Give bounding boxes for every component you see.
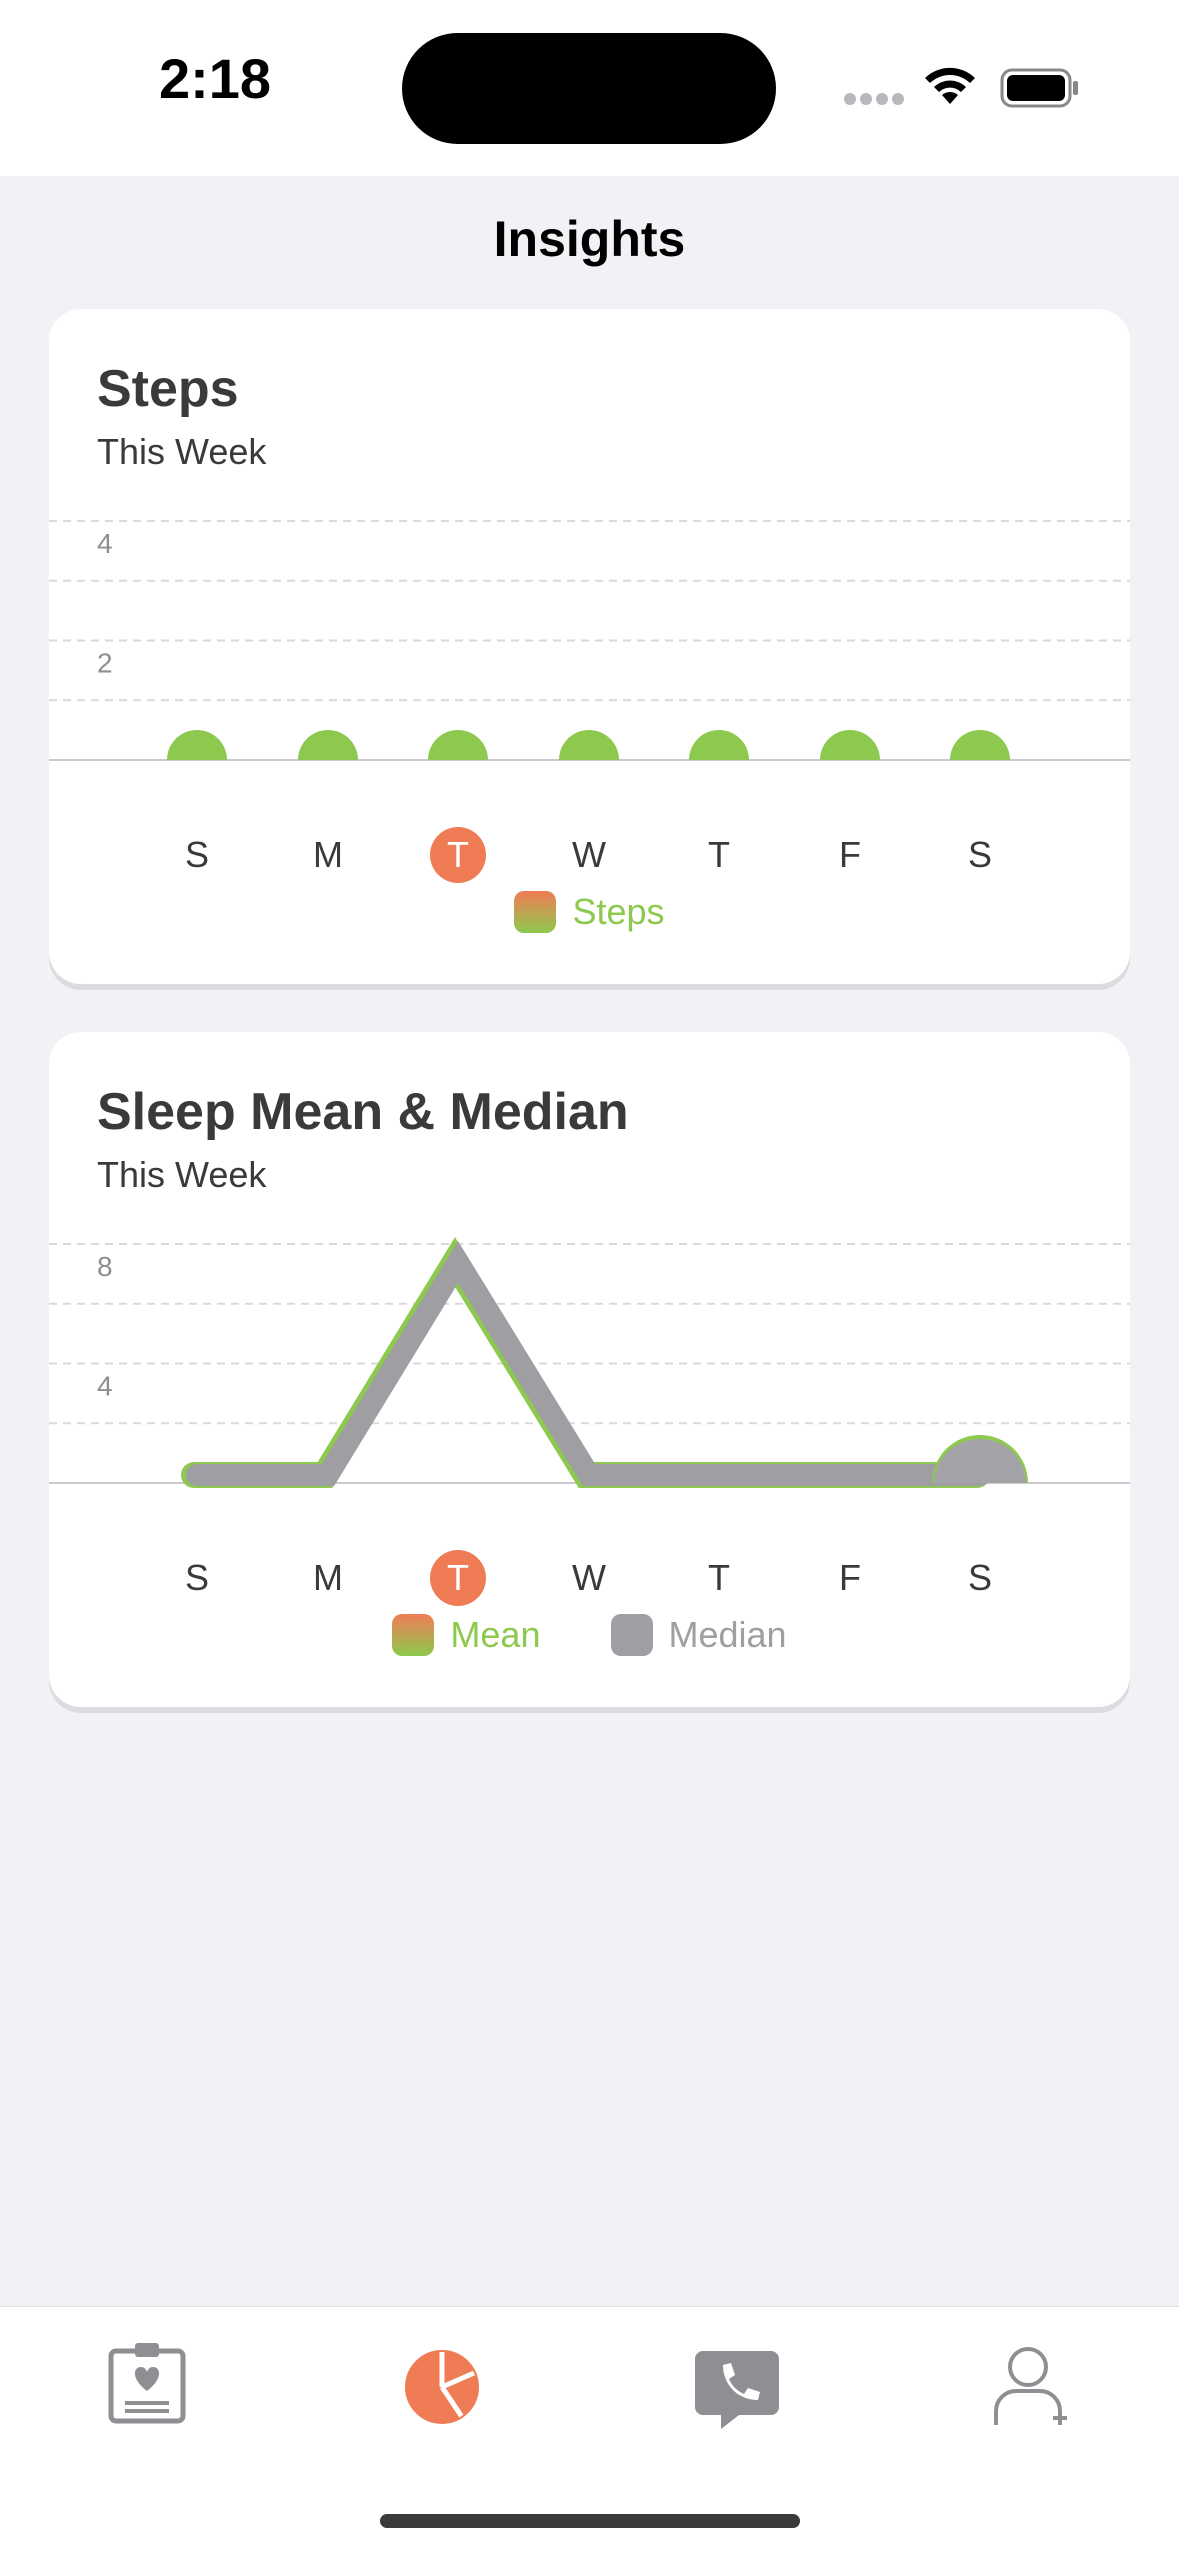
status-time: 2:18	[158, 47, 272, 110]
pie-chart-icon	[405, 2350, 479, 2424]
legend-swatch-mean	[392, 1614, 435, 1656]
sleep-legend: Mean Median	[49, 1614, 1130, 1665]
x-tick-label: F	[839, 834, 861, 875]
steps-bar	[167, 730, 227, 760]
steps-bar	[428, 730, 488, 760]
x-tick-label: S	[184, 834, 209, 875]
x-tick-label: W	[572, 1557, 606, 1598]
legend-label-mean: Mean	[450, 1614, 541, 1655]
steps-bar	[950, 730, 1010, 760]
clipboard-heart-icon	[108, 2343, 186, 2424]
x-tick-label: M	[313, 834, 343, 875]
steps-bar	[298, 730, 358, 760]
cellular-signal-icon	[844, 92, 908, 110]
sleep-point-median	[934, 1439, 1026, 1483]
battery-icon	[1000, 68, 1078, 108]
phone-bubble-icon	[695, 2351, 779, 2429]
person-plus-icon	[994, 2347, 1067, 2425]
dynamic-island	[402, 33, 776, 144]
legend-item-median: Median	[610, 1614, 787, 1656]
page-title: Insights	[493, 211, 686, 267]
x-tick-label: M	[313, 1557, 343, 1598]
x-tick-label: S	[967, 1557, 992, 1598]
sleep-line-mean	[181, 1237, 990, 1488]
legend-item-mean: Mean	[392, 1614, 540, 1656]
steps-bar	[559, 730, 619, 760]
sleep-chart: 48	[49, 1237, 1130, 1488]
x-tick-label: W	[572, 834, 606, 875]
x-tick-label: T	[708, 1557, 730, 1598]
x-tick-label: S	[184, 1557, 209, 1598]
x-tick-label: T	[447, 1557, 469, 1598]
sleep-card[interactable]: Sleep Mean & Median This Week 48 SMTWTFS…	[49, 1032, 1130, 1707]
wifi-icon	[925, 67, 975, 104]
steps-bar	[820, 730, 880, 760]
tab-contacts[interactable]	[677, 2327, 797, 2447]
steps-legend: Steps	[49, 891, 1130, 942]
steps-bars	[167, 730, 1010, 760]
y-tick-label: 8	[97, 1251, 113, 1282]
legend-swatch-steps	[514, 891, 557, 933]
steps-chart: 24	[49, 520, 1130, 761]
home-indicator	[380, 2514, 800, 2528]
x-tick-label: F	[839, 1557, 861, 1598]
legend-label-steps: Steps	[572, 891, 665, 932]
steps-card[interactable]: Steps This Week 24 SMTWTFS Steps	[49, 309, 1130, 984]
x-tick-label: T	[447, 834, 469, 875]
y-tick-label: 4	[97, 1371, 113, 1402]
y-tick-label: 2	[97, 648, 113, 679]
legend-label-median: Median	[668, 1614, 787, 1655]
legend-item-steps: Steps	[514, 891, 665, 933]
x-tick-label: S	[967, 834, 992, 875]
x-tick-label: T	[708, 834, 730, 875]
sleep-line-median	[186, 1240, 991, 1486]
legend-swatch-median	[610, 1614, 653, 1656]
steps-bar	[689, 730, 749, 760]
tab-care-plan[interactable]	[87, 2327, 207, 2447]
status-bar: 2:18	[0, 0, 1179, 176]
tab-profile[interactable]	[972, 2327, 1092, 2447]
y-tick-label: 4	[97, 528, 113, 559]
tab-insights[interactable]	[382, 2327, 502, 2447]
